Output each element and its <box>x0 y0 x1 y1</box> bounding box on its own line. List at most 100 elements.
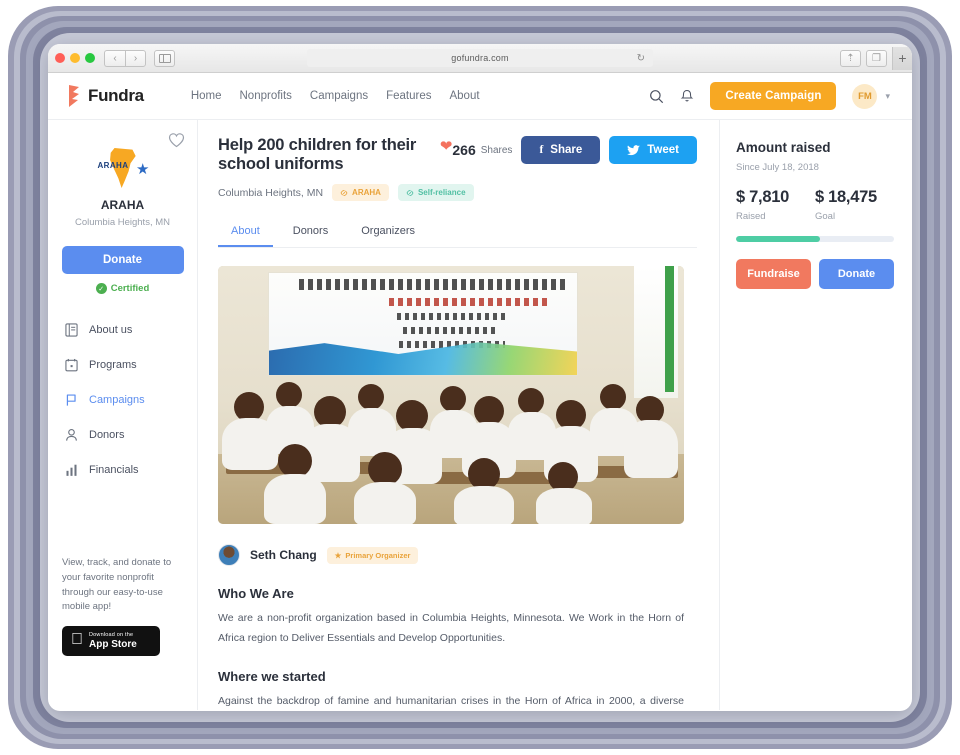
fundra-logo-icon <box>69 85 79 107</box>
browser-nav-buttons[interactable]: ‹ › <box>104 49 146 67</box>
organizer-badge-label: Primary Organizer <box>345 550 411 560</box>
heart-filled-icon[interactable]: ❤ <box>440 137 453 155</box>
back-chevron-icon[interactable]: ‹ <box>104 49 125 67</box>
facebook-share-button[interactable]: f Share <box>521 136 601 164</box>
site-header: Fundra Home Nonprofits Campaigns Feature… <box>48 73 912 120</box>
certified-label: Certified <box>110 283 150 294</box>
reload-icon[interactable]: ↻ <box>637 53 645 64</box>
tag-label: ARAHA <box>352 188 381 197</box>
campaign-hero-image <box>218 266 684 524</box>
brand-logo[interactable]: Fundra <box>66 85 144 107</box>
tag-label: Self-reliance <box>417 188 466 197</box>
browser-window: ‹ › gofundra.com ↻ ⇡ ❐ + Fundra Home Non… <box>48 44 912 711</box>
sidebar-item-about-us[interactable]: About us <box>64 318 197 342</box>
close-window-button[interactable] <box>55 53 65 63</box>
minimize-window-button[interactable] <box>70 53 80 63</box>
chevron-down-icon[interactable]: ▾ <box>885 91 890 102</box>
tabs-row: About Donors Organizers <box>218 219 697 248</box>
window-traffic-lights[interactable] <box>55 53 95 63</box>
nav-item-about[interactable]: About <box>449 90 479 102</box>
flag-icon <box>64 393 78 407</box>
raised-column: $ 7,810 Raised <box>736 188 815 222</box>
tab-organizers[interactable]: Organizers <box>348 219 428 247</box>
sidebar-item-label: Donors <box>89 429 125 441</box>
amount-raised-panel: Amount raised Since July 18, 2018 $ 7,81… <box>720 120 912 710</box>
amounts-row: $ 7,810 Raised $ 18,475 Goal <box>736 188 894 222</box>
app-store-pre-label: Download on the <box>77 632 133 638</box>
goal-value: $ 18,475 <box>815 188 877 206</box>
sidebar-menu: About us Programs Campaigns Donors Finan… <box>48 318 197 482</box>
sidebar-item-programs[interactable]: Programs <box>64 353 197 377</box>
progress-bar <box>736 236 894 242</box>
plus-icon[interactable]: + <box>892 46 912 70</box>
star-icon: ★ <box>334 550 342 560</box>
bell-icon[interactable] <box>680 89 694 104</box>
shares-label: Shares <box>480 144 513 156</box>
apple-icon:  <box>71 632 83 648</box>
sidebar-donate-button[interactable]: Donate <box>61 246 184 274</box>
forward-chevron-icon[interactable]: › <box>125 49 146 67</box>
app-store-button[interactable]:  Download on the App Store <box>62 626 160 656</box>
certified-badge: ✓ Certified <box>48 283 197 294</box>
heart-outline-icon[interactable] <box>168 132 185 153</box>
app-promo-text: View, track, and donate to your favorite… <box>62 557 172 613</box>
progress-bar-fill <box>736 236 820 242</box>
sidebar-item-campaigns[interactable]: Campaigns <box>64 388 197 412</box>
org-location: Columbia Heights, MN <box>74 217 171 228</box>
donate-button[interactable]: Donate <box>819 259 894 289</box>
amount-raised-title: Amount raised <box>736 140 831 155</box>
sidebar-item-label: Programs <box>89 359 137 371</box>
campaign-location: Columbia Heights, MN <box>218 186 324 199</box>
url-text: gofundra.com <box>451 53 509 63</box>
header-actions: Create Campaign FM ▾ <box>649 82 890 110</box>
araha-logo-icon: ★ ARAHA <box>94 148 152 188</box>
amount-raised-since: Since July 18, 2018 <box>736 162 819 173</box>
share-icon[interactable]: ⇡ <box>840 49 861 67</box>
section-body-who-we-are: We are a non-profit organization based i… <box>218 612 684 645</box>
tag-araha[interactable]: ARAHA <box>332 184 389 201</box>
nav-item-features[interactable]: Features <box>386 90 431 102</box>
org-sidebar: ★ ARAHA ARAHA Columbia Heights, MN Donat… <box>48 120 198 710</box>
org-name: ARAHA <box>100 198 145 212</box>
meta-row: Columbia Heights, MN ARAHA Self-reliance <box>218 184 697 201</box>
facebook-share-label: Share <box>550 144 583 156</box>
page-body: ★ ARAHA ARAHA Columbia Heights, MN Donat… <box>48 120 912 710</box>
shares-count: 266 <box>452 142 476 158</box>
brand-name: Fundra <box>88 86 144 105</box>
goal-label: Goal <box>815 211 836 222</box>
tag-self-reliance[interactable]: Self-reliance <box>397 184 474 201</box>
device-frame: ‹ › gofundra.com ↻ ⇡ ❐ + Fundra Home Non… <box>0 0 960 755</box>
maximize-window-button[interactable] <box>85 53 95 63</box>
sidebar-item-label: About us <box>89 324 133 336</box>
create-campaign-button[interactable]: Create Campaign <box>710 82 837 110</box>
check-circle-icon: ✓ <box>95 283 107 294</box>
organizer-name: Seth Chang <box>250 548 317 562</box>
sidebar-item-label: Campaigns <box>89 394 145 406</box>
tab-about[interactable]: About <box>218 219 273 247</box>
nav-item-nonprofits[interactable]: Nonprofits <box>240 90 292 102</box>
tabs-overview-icon[interactable]: ❐ <box>866 49 887 67</box>
browser-chrome-right: ⇡ ❐ + <box>840 46 912 70</box>
page-title: Help 200 children for their school unifo… <box>218 136 417 173</box>
document-icon <box>64 323 78 337</box>
sidebar-item-label: Financials <box>89 464 139 476</box>
nav-item-home[interactable]: Home <box>191 90 222 102</box>
tab-donors[interactable]: Donors <box>280 219 341 247</box>
sidebar-item-financials[interactable]: Financials <box>64 458 197 482</box>
sidebar-toggle-icon[interactable] <box>154 49 175 67</box>
section-heading-where-we-started: Where we started <box>218 668 326 684</box>
twitter-share-button[interactable]: Tweet <box>609 136 697 164</box>
nav-item-campaigns[interactable]: Campaigns <box>310 90 368 102</box>
goal-column: $ 18,475 Goal <box>815 188 894 222</box>
person-icon <box>64 428 78 442</box>
fundraise-button[interactable]: Fundraise <box>736 259 811 289</box>
bar-chart-icon <box>64 463 78 477</box>
sidebar-item-donors[interactable]: Donors <box>64 423 197 447</box>
address-bar[interactable]: gofundra.com ↻ <box>307 49 653 67</box>
twitter-icon <box>627 144 641 155</box>
twitter-share-label: Tweet <box>647 144 679 156</box>
avatar[interactable]: FM <box>852 83 878 109</box>
title-row: Help 200 children for their school unifo… <box>218 136 697 174</box>
raised-value: $ 7,810 <box>736 188 789 206</box>
search-icon[interactable] <box>649 89 664 104</box>
